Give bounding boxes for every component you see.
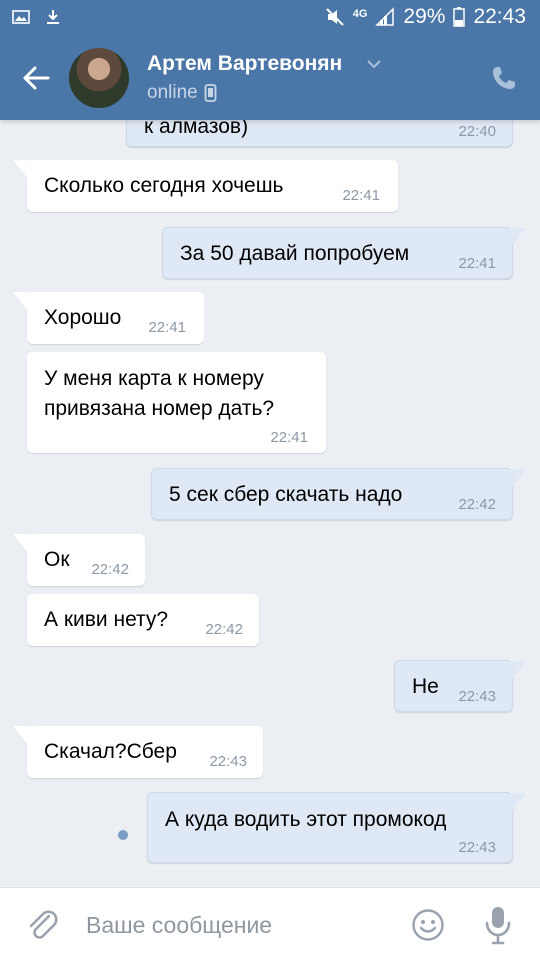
message-time: 22:41: [342, 187, 380, 204]
message-text: Хорошо: [44, 306, 122, 329]
message-text: 5 сек сбер скачать надо: [169, 483, 403, 506]
message-time: 22:43: [209, 753, 247, 770]
message-time: 22:41: [148, 319, 186, 336]
bubble-tail: [13, 292, 29, 312]
message-text: А киви нету?: [44, 608, 169, 631]
chat-header: Артем Вартевонян online: [0, 38, 540, 120]
message-bubble-incoming[interactable]: Ок 22:42: [13, 534, 145, 586]
bubble-tail: [510, 469, 526, 489]
message-time: 22:43: [458, 688, 496, 705]
bubble-tail: [510, 793, 526, 813]
message-text: к алмазов): [144, 120, 249, 138]
bubble-tail: [13, 726, 29, 746]
chevron-down-icon[interactable]: [366, 58, 382, 70]
message-bubble-incoming[interactable]: Скачал?Сбер 22:43: [13, 726, 263, 778]
signal-icon: [375, 7, 395, 26]
bubble-tail: [510, 228, 526, 248]
message-time: 22:43: [458, 839, 496, 856]
message-time: 22:41: [270, 429, 308, 446]
message-bubble-outgoing[interactable]: Не 22:43: [394, 660, 526, 712]
battery-percent: 29%: [403, 5, 446, 28]
avatar[interactable]: [69, 48, 129, 108]
unread-indicator: [118, 830, 128, 840]
bubble-tail: [13, 534, 29, 554]
message-bubble-outgoing[interactable]: к алмазов) 22:40: [126, 120, 513, 147]
paperclip-icon[interactable]: [25, 907, 59, 943]
mobile-device-icon: [204, 84, 217, 102]
back-arrow-icon[interactable]: [18, 60, 54, 96]
contact-name[interactable]: Артем Вартевонян: [147, 52, 342, 76]
message-text: Сколько сегодня хочешь: [44, 174, 284, 197]
message-bubble-incoming[interactable]: Хорошо 22:41: [13, 292, 204, 344]
mute-icon: [326, 8, 344, 26]
message-time: 22:41: [458, 255, 496, 272]
message-list[interactable]: к алмазов) 22:40 Сколько сегодня хочешь …: [0, 120, 540, 887]
phone-call-icon[interactable]: [490, 64, 518, 92]
microphone-icon[interactable]: [484, 905, 512, 945]
message-bubble-outgoing[interactable]: А куда водить этот промокод 22:43: [147, 792, 526, 863]
message-text: А куда водить этот промокод: [165, 808, 447, 831]
message-input[interactable]: [86, 906, 386, 944]
message-time: 22:42: [91, 561, 129, 578]
bubble-tail: [13, 160, 29, 180]
message-text: Ок: [44, 548, 70, 571]
bubble-tail: [510, 661, 526, 681]
gallery-notification-icon: [12, 10, 30, 24]
battery-icon: [453, 7, 466, 27]
download-notification-icon: [47, 10, 59, 24]
message-text: Скачал?Сбер: [44, 740, 177, 763]
message-composer: [0, 887, 540, 960]
message-bubble-outgoing[interactable]: За 50 давай попробуем 22:41: [162, 227, 526, 279]
message-text: За 50 давай попробуем: [180, 242, 410, 265]
online-status-label: online: [147, 82, 198, 103]
network-type: 4G: [352, 8, 368, 20]
message-bubble-incoming[interactable]: У меня карта к номеру привязана номер да…: [27, 352, 326, 453]
message-time: 22:42: [205, 621, 243, 638]
status-bar: 4G 29% 22:43: [0, 0, 540, 38]
clock: 22:43: [473, 5, 526, 28]
message-time: 22:40: [458, 123, 496, 140]
message-text: У меня карта к номеру привязана номер да…: [44, 367, 275, 420]
message-bubble-incoming[interactable]: Сколько сегодня хочешь 22:41: [13, 160, 398, 212]
emoji-icon[interactable]: [411, 908, 445, 942]
message-bubble-outgoing[interactable]: 5 сек сбер скачать надо 22:42: [151, 468, 526, 520]
message-text: Не: [412, 675, 439, 698]
message-bubble-incoming[interactable]: А киви нету? 22:42: [27, 594, 259, 646]
online-status: online: [147, 82, 217, 104]
message-time: 22:42: [458, 496, 496, 513]
